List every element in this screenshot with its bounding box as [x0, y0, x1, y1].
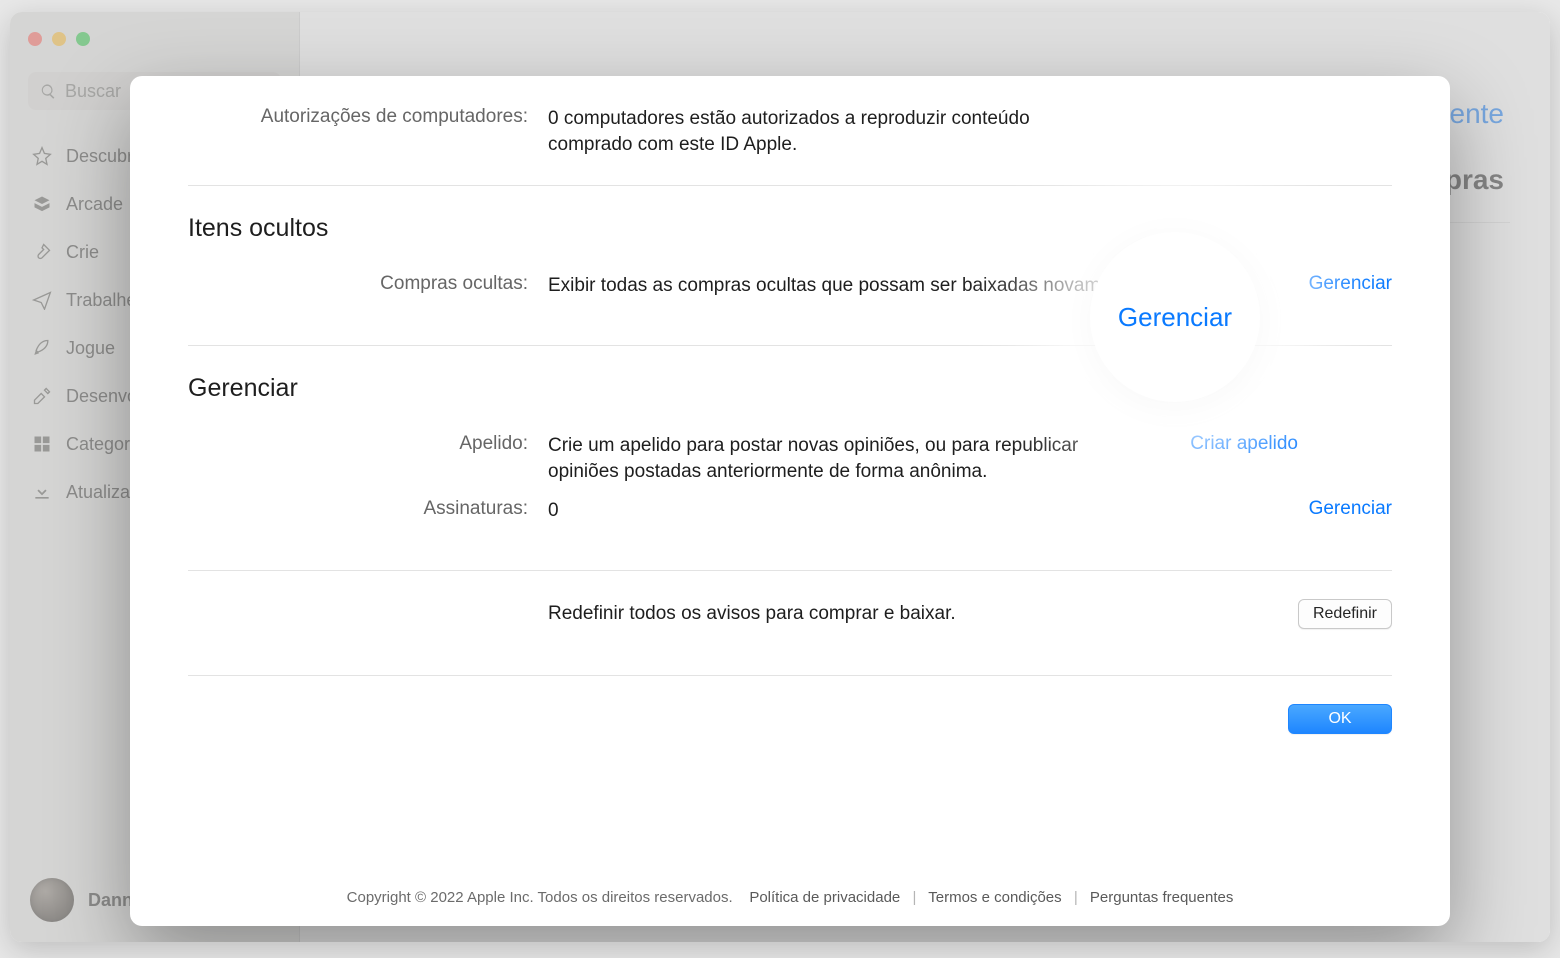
section-hidden-title: Itens ocultos — [188, 214, 1392, 243]
hidden-purchases-manage-link[interactable]: Gerenciar — [1309, 273, 1392, 294]
nickname-label: Apelido: — [188, 433, 548, 455]
spotlight-manage-link[interactable]: Gerenciar — [1118, 302, 1232, 333]
row-reset: Redefinir todos os avisos para comprar e… — [188, 599, 1392, 629]
footer-terms-link[interactable]: Termos e condições — [928, 889, 1061, 906]
footer-faq-link[interactable]: Perguntas frequentes — [1090, 889, 1233, 906]
nickname-text: Crie um apelido para postar novas opiniõ… — [548, 433, 1138, 484]
subscriptions-value: 0 — [548, 498, 1232, 524]
app-window: Buscar Descubra Arcade Crie Trabalhe Jog… — [10, 12, 1550, 942]
subscriptions-manage-link[interactable]: Gerenciar — [1309, 498, 1392, 519]
authorizations-text: 0 computadores estão autorizados a repro… — [548, 106, 1108, 157]
footer-copyright: Copyright © 2022 Apple Inc. Todos os dir… — [347, 889, 733, 906]
account-settings-sheet: Autorizações de computadores: 0 computad… — [130, 76, 1450, 926]
subscriptions-label: Assinaturas: — [188, 498, 548, 520]
ok-button[interactable]: OK — [1288, 704, 1392, 734]
divider — [188, 675, 1392, 676]
spotlight-highlight: Gerenciar — [1090, 232, 1260, 402]
divider — [188, 185, 1392, 186]
reset-warnings-text: Redefinir todos os avisos para comprar e… — [548, 601, 1232, 627]
create-nickname-link[interactable]: Criar apelido — [1190, 433, 1298, 454]
authorizations-label: Autorizações de computadores: — [188, 106, 548, 128]
hidden-purchases-label: Compras ocultas: — [188, 273, 548, 295]
footer-privacy-link[interactable]: Política de privacidade — [749, 889, 900, 906]
reset-button[interactable]: Redefinir — [1298, 599, 1392, 629]
row-ok: OK — [188, 704, 1392, 734]
row-authorizations: Autorizações de computadores: 0 computad… — [188, 106, 1392, 157]
row-subscriptions: Assinaturas: 0 Gerenciar — [188, 498, 1392, 524]
row-nickname: Apelido: Crie um apelido para postar nov… — [188, 433, 1392, 484]
divider — [188, 570, 1392, 571]
sheet-footer: Copyright © 2022 Apple Inc. Todos os dir… — [130, 889, 1450, 906]
